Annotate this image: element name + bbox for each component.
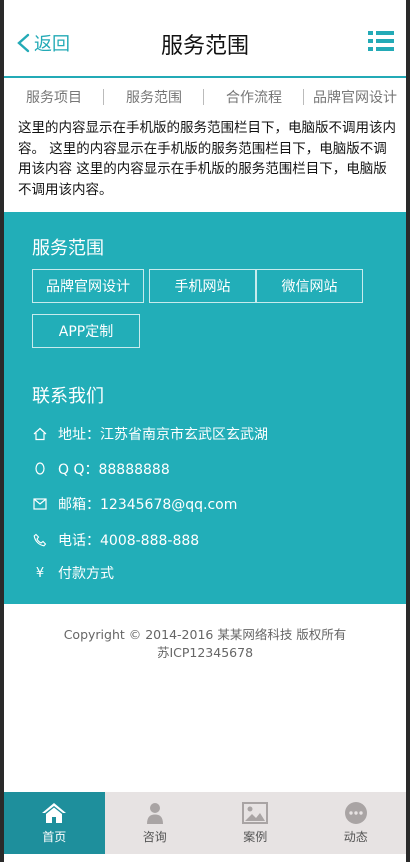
contact-email: 邮箱：12345678@qq.com bbox=[32, 494, 237, 514]
contact-address: 地址：江苏省南京市玄武区玄武湖 bbox=[32, 424, 268, 444]
tab-service-items[interactable]: 服务项目 bbox=[4, 87, 104, 107]
chat-icon bbox=[344, 802, 367, 824]
icp-number: 苏ICP12345678 bbox=[156, 645, 254, 660]
footer-info-section: 服务范围 品牌官网设计 手机网站 微信网站 APP定制 联系我们 地址：江苏省南… bbox=[4, 212, 406, 604]
nav-item-news[interactable]: 动态 bbox=[306, 792, 407, 854]
content-text: 这里的内容显示在手机版的服务范围栏目下，电脑版不调用该内容。 这里的内容显示在手… bbox=[18, 120, 396, 198]
copyright: Copyright © 2014-2016 某某网络科技 版权所有 苏ICP12… bbox=[4, 626, 406, 662]
services-title: 服务范围 bbox=[32, 238, 104, 259]
page-title: 服务范围 bbox=[160, 34, 249, 59]
phone-icon bbox=[32, 532, 48, 548]
contact-payment[interactable]: ¥ 付款方式 bbox=[32, 563, 114, 583]
home-icon bbox=[32, 426, 48, 442]
header-bar: 返回 服务范围 bbox=[4, 0, 406, 78]
tab-brand-website[interactable]: 品牌官网设计 bbox=[304, 87, 406, 107]
service-button-wechat-site[interactable]: 微信网站 bbox=[256, 269, 363, 303]
nav-item-home[interactable]: 首页 bbox=[4, 792, 105, 854]
yen-icon: ¥ bbox=[35, 565, 45, 581]
qq-icon bbox=[32, 461, 48, 477]
list-menu-icon bbox=[368, 31, 394, 51]
service-button-app[interactable]: APP定制 bbox=[32, 314, 140, 348]
page-frame: 返回 服务范围 服务项目 服务范围 合作流程 品牌官网设计 这里的内容显示在手机… bbox=[4, 0, 406, 862]
tab-cooperation-process[interactable]: 合作流程 bbox=[204, 87, 304, 107]
contact-phone: 电话：4008-888-888 bbox=[32, 530, 199, 550]
nav-item-cases[interactable]: 案例 bbox=[205, 792, 306, 854]
tab-service-scope[interactable]: 服务范围 bbox=[104, 87, 204, 107]
mail-icon bbox=[32, 496, 48, 512]
nav-item-consult[interactable]: 咨询 bbox=[105, 792, 206, 854]
service-button-brand-website[interactable]: 品牌官网设计 bbox=[32, 269, 144, 303]
bottom-nav: 首页 咨询 案例 动态 bbox=[4, 792, 406, 854]
contact-title: 联系我们 bbox=[32, 386, 104, 407]
category-tabs: 服务项目 服务范围 合作流程 品牌官网设计 bbox=[4, 82, 406, 112]
image-icon bbox=[242, 802, 269, 824]
service-button-mobile-site[interactable]: 手机网站 bbox=[149, 269, 256, 303]
copyright-text: Copyright © 2014-2016 某某网络科技 版权所有 bbox=[63, 627, 347, 642]
home-icon bbox=[42, 803, 67, 823]
menu-button[interactable] bbox=[368, 30, 394, 52]
user-icon bbox=[146, 803, 163, 824]
contact-qq: Q Q：88888888 bbox=[32, 459, 170, 479]
